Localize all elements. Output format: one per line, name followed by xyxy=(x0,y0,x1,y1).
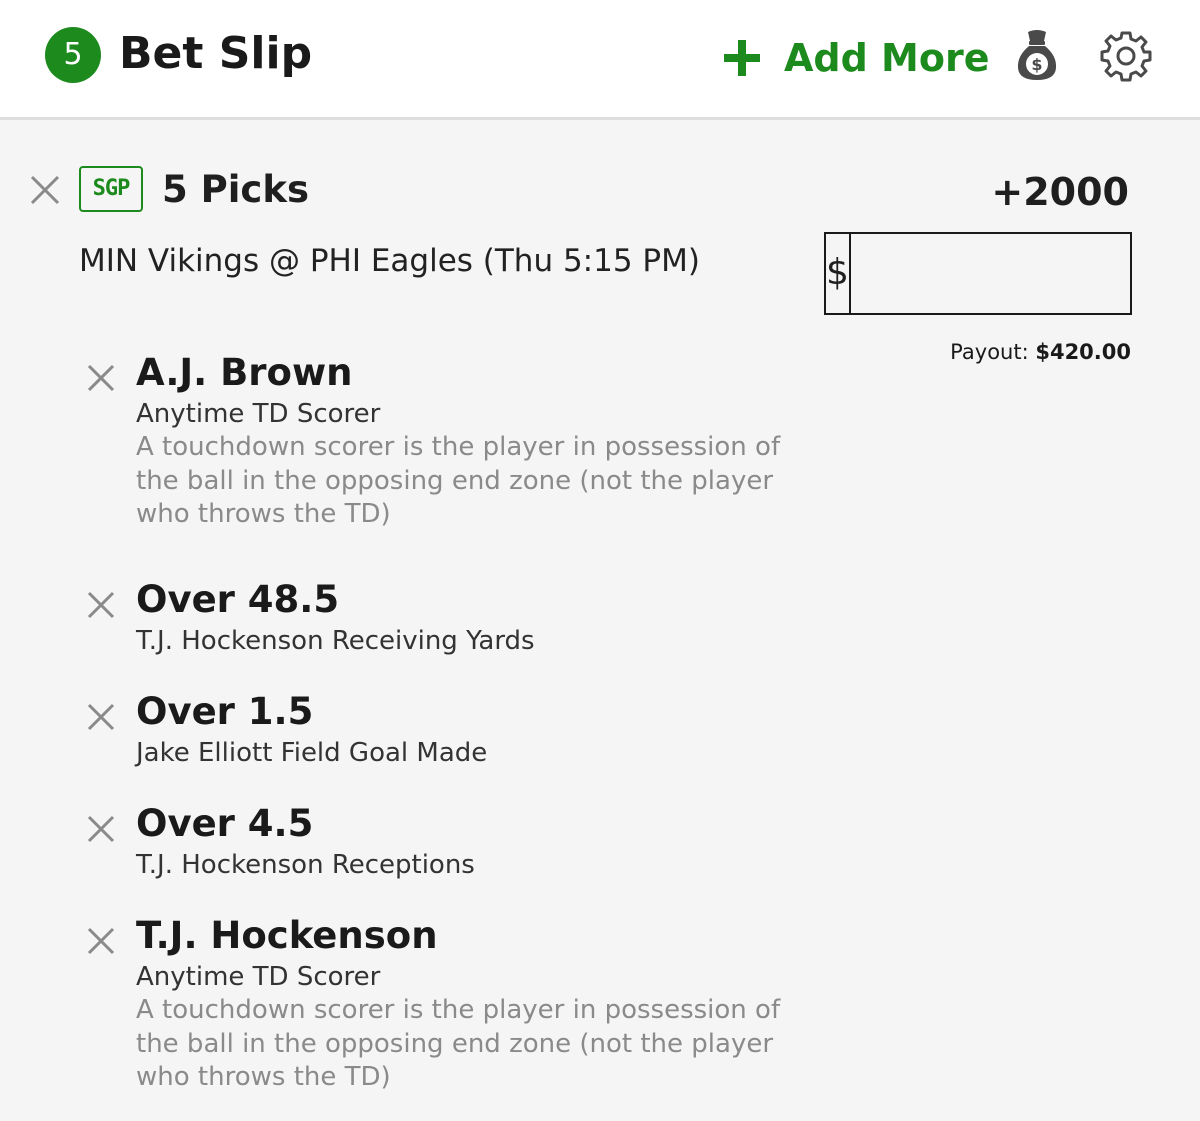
add-more-button[interactable]: Add More xyxy=(722,30,989,86)
remove-pick-close-icon[interactable] xyxy=(86,814,116,844)
add-more-label: Add More xyxy=(784,36,990,80)
pick-count-badge: 5 xyxy=(45,27,101,83)
pick-title: Over 4.5 xyxy=(136,802,314,845)
wager-field[interactable]: $ xyxy=(824,232,1200,315)
remove-pick-close-icon[interactable] xyxy=(86,926,116,956)
money-bag-icon[interactable]: $ xyxy=(1014,28,1060,82)
page-title: Bet Slip xyxy=(119,28,313,79)
pick-market: T.J. Hockenson Receiving Yards xyxy=(136,626,535,656)
plus-icon xyxy=(724,40,760,76)
remove-parlay-close-icon[interactable] xyxy=(29,174,61,206)
pick-title: T.J. Hockenson xyxy=(136,914,438,957)
pick-title: A.J. Brown xyxy=(136,351,353,394)
sgp-badge: SGP xyxy=(79,166,143,212)
parlay-odds: +2000 xyxy=(991,170,1129,214)
pick-description: A touchdown scorer is the player in poss… xyxy=(136,432,781,529)
pick-description: A touchdown scorer is the player in poss… xyxy=(136,995,781,1092)
wager-currency-symbol: $ xyxy=(826,234,851,313)
payout-label: Payout: xyxy=(950,340,1029,364)
wager-amount-input[interactable] xyxy=(850,234,1200,313)
remove-pick-close-icon[interactable] xyxy=(86,590,116,620)
gear-icon[interactable] xyxy=(1100,30,1152,82)
payout-text: Payout: $420.00 xyxy=(950,340,1131,364)
pick-title: Over 1.5 xyxy=(136,690,314,733)
payout-value: $420.00 xyxy=(1035,340,1131,364)
remove-pick-close-icon[interactable] xyxy=(86,363,116,393)
game-matchup: MIN Vikings @ PHI Eagles (Thu 5:15 PM) xyxy=(79,243,700,279)
parlay-title: 5 Picks xyxy=(162,168,309,211)
remove-pick-close-icon[interactable] xyxy=(86,702,116,732)
pick-market: T.J. Hockenson Receptions xyxy=(136,850,475,880)
svg-text:$: $ xyxy=(1031,55,1042,74)
pick-market: Jake Elliott Field Goal Made xyxy=(136,738,488,768)
bet-slip-header: 5 Bet Slip Add More $ xyxy=(0,0,1200,120)
pick-market: Anytime TD Scorer xyxy=(136,399,381,429)
pick-market: Anytime TD Scorer xyxy=(136,962,381,992)
pick-title: Over 48.5 xyxy=(136,578,340,621)
